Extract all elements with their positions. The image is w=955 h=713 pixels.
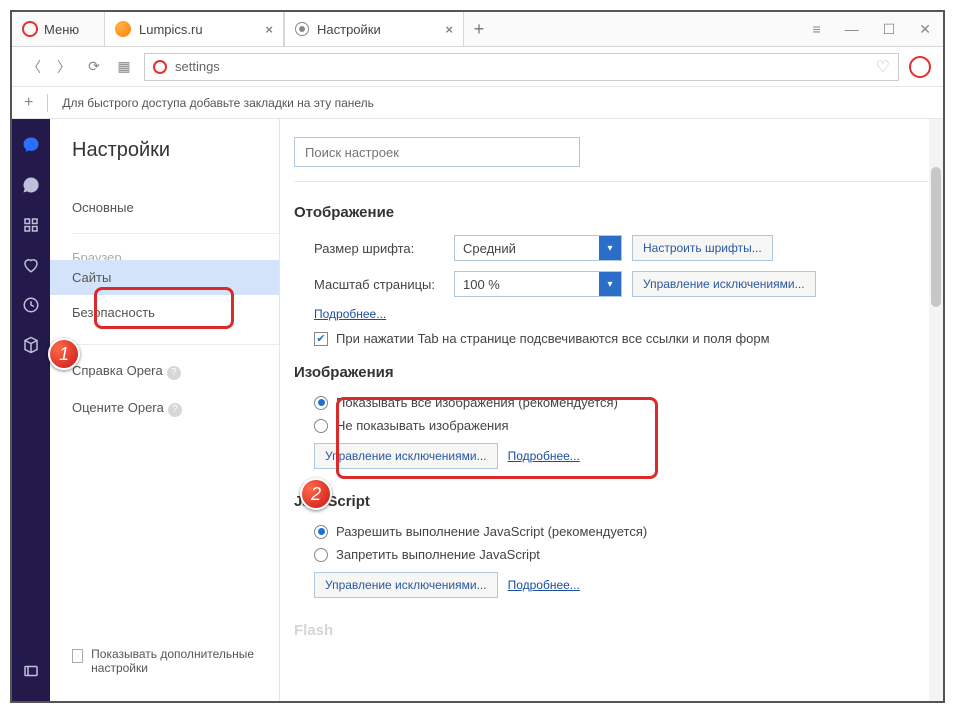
settings-nav: Настройки Основные Браузер Сайты Безопас… bbox=[50, 119, 280, 701]
tab-strip: Lumpics.ru × Настройки × + bbox=[104, 12, 494, 46]
history-icon[interactable] bbox=[21, 295, 41, 315]
help-icon: ? bbox=[167, 366, 181, 380]
whatsapp-icon[interactable] bbox=[21, 175, 41, 195]
gear-icon bbox=[295, 22, 309, 36]
profile-icon[interactable] bbox=[909, 56, 931, 78]
opera-icon bbox=[22, 21, 38, 37]
tab-label: Lumpics.ru bbox=[139, 22, 203, 37]
nav-security[interactable]: Безопасность bbox=[72, 295, 279, 330]
tab-highlight-checkbox[interactable]: ✔ bbox=[314, 332, 328, 346]
main-layout: Настройки Основные Браузер Сайты Безопас… bbox=[12, 119, 943, 701]
js-allow-radio[interactable]: Разрешить выполнение JavaScript (рекомен… bbox=[294, 524, 929, 539]
badge-1: 1 bbox=[48, 338, 80, 370]
nav-basic[interactable]: Основные bbox=[72, 190, 279, 225]
zoom-exceptions-button[interactable]: Управление исключениями... bbox=[632, 271, 816, 297]
images-more-link[interactable]: Подробнее... bbox=[508, 449, 580, 463]
page-title: Настройки bbox=[72, 139, 279, 162]
new-tab-button[interactable]: + bbox=[464, 12, 494, 46]
minimize-icon[interactable]: — bbox=[845, 21, 859, 38]
close-icon[interactable]: × bbox=[265, 22, 273, 37]
close-window-icon[interactable]: ✕ bbox=[919, 21, 931, 38]
zoom-select[interactable]: 100 %▾ bbox=[454, 271, 622, 297]
collapse-sidebar-icon[interactable] bbox=[21, 661, 41, 681]
show-advanced-checkbox[interactable]: Показывать дополнительные настройки bbox=[72, 647, 279, 675]
nav-browser[interactable]: Браузер bbox=[72, 233, 279, 260]
menu-button[interactable]: Меню bbox=[12, 21, 104, 37]
maximize-icon[interactable]: ☐ bbox=[883, 21, 896, 38]
close-icon[interactable]: × bbox=[445, 22, 453, 37]
configure-fonts-button[interactable]: Настроить шрифты... bbox=[632, 235, 773, 261]
add-bookmark-button[interactable]: + bbox=[24, 94, 33, 112]
display-title: Отображение bbox=[294, 204, 929, 221]
url-field[interactable]: ♡ bbox=[144, 53, 899, 81]
nav-help[interactable]: Справка Opera? bbox=[72, 344, 279, 390]
nav-rate[interactable]: Оцените Opera? bbox=[72, 390, 279, 427]
images-hide-radio[interactable]: Не показывать изображения bbox=[294, 418, 929, 433]
radio-icon bbox=[314, 396, 328, 410]
messenger-icon[interactable] bbox=[21, 135, 41, 155]
nav-sites[interactable]: Сайты bbox=[50, 260, 279, 295]
heart-icon[interactable]: ♡ bbox=[876, 57, 890, 77]
scrollbar-thumb[interactable] bbox=[931, 167, 941, 307]
url-input[interactable] bbox=[175, 59, 868, 74]
bookmark-bar: + Для быстрого доступа добавьте закладки… bbox=[12, 87, 943, 119]
menu-label: Меню bbox=[44, 22, 79, 37]
settings-content: Отображение Размер шрифта: Средний▾ Наст… bbox=[280, 119, 943, 701]
font-size-label: Размер шрифта: bbox=[314, 241, 444, 256]
checkbox-label: Показывать дополнительные настройки bbox=[91, 647, 261, 675]
cube-icon[interactable] bbox=[21, 335, 41, 355]
bookmark-hint: Для быстрого доступа добавьте закладки н… bbox=[62, 96, 374, 110]
tab-highlight-label: При нажатии Tab на странице подсвечивают… bbox=[336, 331, 770, 346]
help-icon: ? bbox=[168, 403, 182, 417]
badge-2: 2 bbox=[300, 478, 332, 510]
tab-label: Настройки bbox=[317, 22, 381, 37]
reload-button[interactable]: ⟳ bbox=[84, 57, 104, 77]
heart-sidebar-icon[interactable] bbox=[21, 255, 41, 275]
apps-icon[interactable] bbox=[21, 215, 41, 235]
chevron-down-icon: ▾ bbox=[599, 272, 621, 296]
js-more-link[interactable]: Подробнее... bbox=[508, 578, 580, 592]
favicon-icon bbox=[115, 21, 131, 37]
forward-button[interactable]: 〉 bbox=[54, 57, 74, 77]
sidebar-icons bbox=[12, 119, 50, 701]
search-input[interactable] bbox=[294, 137, 580, 167]
titlebar: Меню Lumpics.ru × Настройки × + ≡ — ☐ ✕ bbox=[12, 12, 943, 47]
display-more-link[interactable]: Подробнее... bbox=[314, 307, 386, 321]
address-bar: 〈 〉 ⟳ ▦ ♡ bbox=[12, 47, 943, 87]
radio-icon bbox=[314, 525, 328, 539]
js-deny-radio[interactable]: Запретить выполнение JavaScript bbox=[294, 547, 929, 562]
speed-dial-icon[interactable]: ▦ bbox=[114, 57, 134, 77]
tabs-overview-icon[interactable]: ≡ bbox=[813, 21, 821, 38]
images-exceptions-button[interactable]: Управление исключениями... bbox=[314, 443, 498, 469]
tab-lumpics[interactable]: Lumpics.ru × bbox=[104, 12, 284, 46]
opera-icon bbox=[153, 60, 167, 74]
zoom-label: Масштаб страницы: bbox=[314, 277, 444, 292]
radio-icon bbox=[314, 419, 328, 433]
flash-title: Flash bbox=[294, 622, 929, 639]
javascript-title: JavaScript bbox=[294, 493, 929, 510]
checkbox-icon[interactable] bbox=[72, 649, 83, 663]
back-button[interactable]: 〈 bbox=[24, 57, 44, 77]
images-show-all-radio[interactable]: Показывать все изображения (рекомендуетс… bbox=[294, 395, 929, 410]
font-size-select[interactable]: Средний▾ bbox=[454, 235, 622, 261]
js-exceptions-button[interactable]: Управление исключениями... bbox=[314, 572, 498, 598]
radio-icon bbox=[314, 548, 328, 562]
tab-settings[interactable]: Настройки × bbox=[284, 12, 464, 46]
separator bbox=[47, 94, 48, 112]
window-controls: ≡ — ☐ ✕ bbox=[813, 21, 943, 38]
chevron-down-icon: ▾ bbox=[599, 236, 621, 260]
images-title: Изображения bbox=[294, 364, 929, 381]
